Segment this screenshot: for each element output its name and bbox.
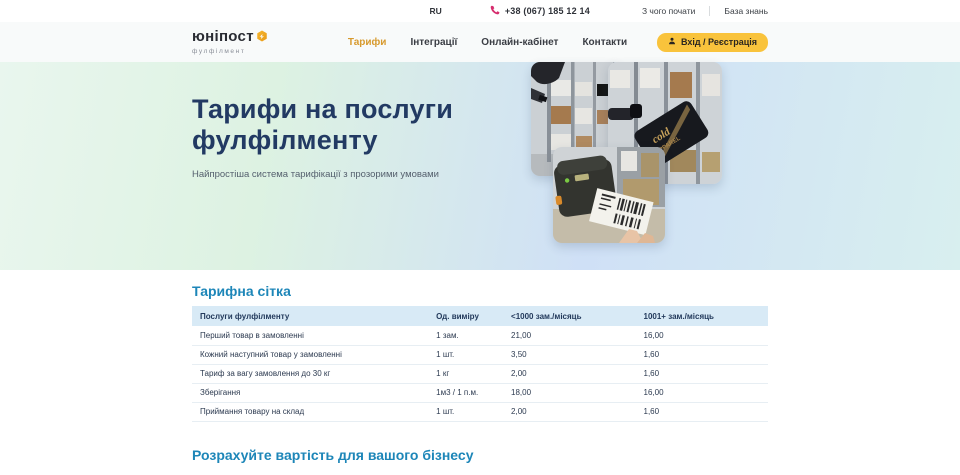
cell-price-low: 21,00 bbox=[503, 326, 635, 345]
pricing-section-title: Тарифна сітка bbox=[192, 283, 291, 299]
nav-item-contacts[interactable]: Контакти bbox=[582, 37, 627, 48]
cell-unit: 1 зам. bbox=[428, 326, 503, 345]
calculator-section-title: Розрахуйте вартість для вашого бізнесу bbox=[192, 447, 473, 463]
cell-price-low: 2,00 bbox=[503, 364, 635, 383]
cell-price-high: 16,00 bbox=[636, 383, 769, 402]
column-header-service: Послуги фулфілменту bbox=[192, 306, 428, 326]
phone-number: +38 (067) 185 12 14 bbox=[505, 6, 590, 16]
cell-price-high: 1,60 bbox=[636, 364, 769, 383]
main-nav: Тарифи Інтеграції Онлайн-кабінет Контакт… bbox=[348, 37, 627, 48]
label-printer-photo bbox=[553, 147, 665, 243]
nav-item-integrations[interactable]: Інтеграції bbox=[410, 37, 457, 48]
hero-banner: Тарифи на послуги фулфілменту Найпростіш… bbox=[0, 62, 960, 270]
page-subtitle: Найпростіша система тарифікації з прозор… bbox=[192, 169, 522, 180]
logo-tagline: фулфілмент bbox=[192, 48, 268, 55]
main-header: юніпост фулфілмент Тарифи І bbox=[0, 22, 960, 62]
logo-wordmark: юніпост bbox=[192, 29, 254, 44]
logo[interactable]: юніпост фулфілмент bbox=[192, 29, 268, 55]
column-header-unit: Од. виміру bbox=[428, 306, 503, 326]
nav-item-tariffs[interactable]: Тарифи bbox=[348, 37, 387, 48]
topbar-divider bbox=[709, 6, 710, 16]
phone-icon bbox=[490, 5, 500, 17]
top-link-knowledge-base[interactable]: База знань bbox=[724, 6, 768, 16]
cell-price-low: 2,00 bbox=[503, 402, 635, 421]
page: RU +38 (067) 185 12 14 З чого почати Баз… bbox=[0, 0, 960, 475]
hero-photo-collage: cold APPAREL bbox=[531, 62, 731, 270]
page-title: Тарифи на послуги фулфілменту bbox=[192, 94, 522, 156]
table-row: Приймання товару на склад 1 шт. 2,00 1,6… bbox=[192, 402, 768, 421]
cell-unit: 1 шт. bbox=[428, 402, 503, 421]
cell-price-high: 1,60 bbox=[636, 402, 769, 421]
table-row: Зберігання 1м3 / 1 п.м. 18,00 16,00 bbox=[192, 383, 768, 402]
cell-service: Перший товар в замовленні bbox=[192, 326, 428, 345]
top-utility-bar: RU +38 (067) 185 12 14 З чого почати Баз… bbox=[0, 0, 960, 22]
user-icon bbox=[668, 37, 676, 47]
cell-unit: 1 кг bbox=[428, 364, 503, 383]
pricing-table: Послуги фулфілменту Од. виміру <1000 зам… bbox=[192, 306, 768, 422]
column-header-under-1000: <1000 зам./місяць bbox=[503, 306, 635, 326]
cell-unit: 1 шт. bbox=[428, 345, 503, 364]
top-link-getting-started[interactable]: З чого почати bbox=[642, 6, 695, 16]
table-row: Кожний наступний товар у замовленні 1 шт… bbox=[192, 345, 768, 364]
cell-price-low: 3,50 bbox=[503, 345, 635, 364]
nav-item-online-cabinet[interactable]: Онлайн-кабінет bbox=[481, 37, 558, 48]
table-header-row: Послуги фулфілменту Од. виміру <1000 зам… bbox=[192, 306, 768, 326]
cell-service: Кожний наступний товар у замовленні bbox=[192, 345, 428, 364]
phone-link[interactable]: +38 (067) 185 12 14 bbox=[490, 5, 590, 17]
language-switcher[interactable]: RU bbox=[430, 6, 442, 16]
table-row: Тариф за вагу замовлення до 30 кг 1 кг 2… bbox=[192, 364, 768, 383]
cell-price-high: 16,00 bbox=[636, 326, 769, 345]
cell-price-high: 1,60 bbox=[636, 345, 769, 364]
cell-price-low: 18,00 bbox=[503, 383, 635, 402]
login-register-label: Вхід / Реєстрація bbox=[681, 37, 757, 47]
cell-service: Зберігання bbox=[192, 383, 428, 402]
cell-service: Приймання товару на склад bbox=[192, 402, 428, 421]
cell-service: Тариф за вагу замовлення до 30 кг bbox=[192, 364, 428, 383]
table-row: Перший товар в замовленні 1 зам. 21,00 1… bbox=[192, 326, 768, 345]
login-register-button[interactable]: Вхід / Реєстрація bbox=[657, 33, 768, 52]
cell-unit: 1м3 / 1 п.м. bbox=[428, 383, 503, 402]
column-header-over-1001: 1001+ зам./місяць bbox=[636, 306, 769, 326]
logo-hexagon-icon bbox=[256, 29, 268, 47]
